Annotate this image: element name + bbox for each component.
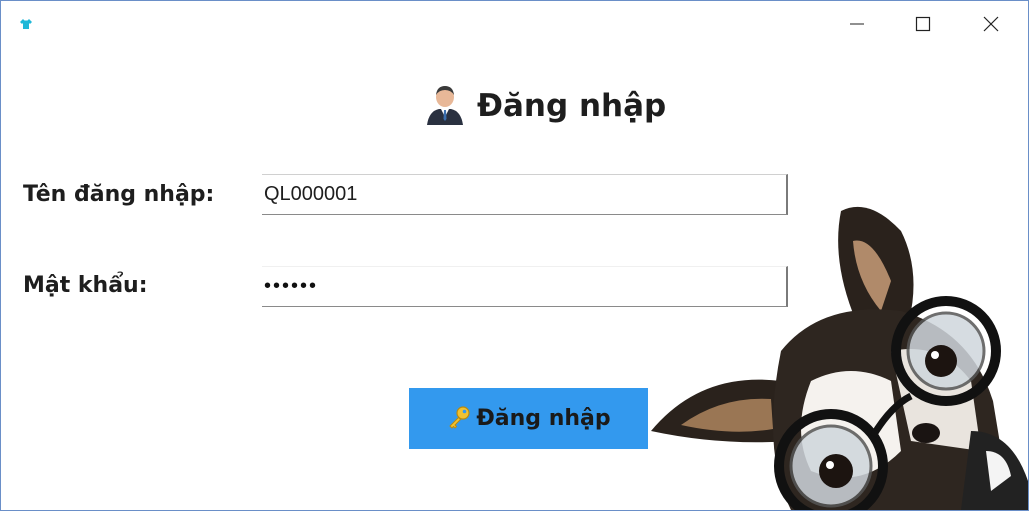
username-label: Tên đăng nhập:: [23, 182, 215, 207]
login-window: Đăng nhập Tên đăng nhập: Mật khẩu: Đăng …: [0, 0, 1029, 511]
close-icon: [983, 16, 999, 32]
password-label: Mật khẩu:: [23, 273, 148, 298]
title-bar: [1, 1, 1028, 45]
dog-with-glasses-image: [641, 201, 1028, 510]
shirt-icon: [19, 16, 33, 30]
page-heading: Đăng nhập: [425, 83, 666, 129]
minimize-icon: [850, 23, 864, 25]
maximize-button[interactable]: [900, 9, 946, 39]
login-button[interactable]: Đăng nhập: [409, 388, 648, 449]
close-button[interactable]: [968, 9, 1014, 39]
minimize-button[interactable]: [834, 9, 880, 39]
maximize-icon: [915, 16, 931, 32]
page-title: Đăng nhập: [477, 88, 667, 124]
user-icon: [425, 83, 465, 129]
login-button-label: Đăng nhập: [476, 406, 611, 431]
key-icon: [446, 404, 472, 434]
